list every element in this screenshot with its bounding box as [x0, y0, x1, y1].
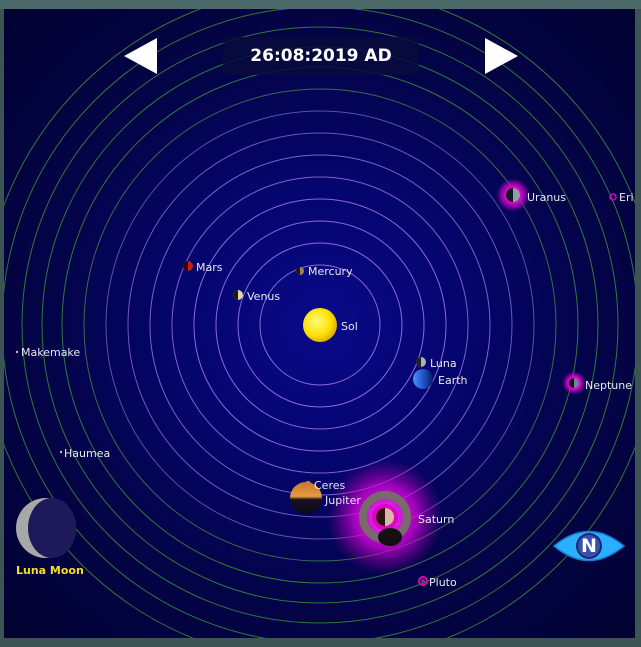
uranus-label[interactable]: Uranus [527, 191, 566, 204]
haumea-icon [59, 450, 63, 454]
haumea-label[interactable]: Haumea [64, 447, 110, 460]
solar-system-view[interactable]: Sol Mercury Venus Mars Earth Luna Ceres … [4, 9, 635, 638]
uranus-icon [496, 178, 530, 212]
mercury-icon [296, 267, 304, 275]
next-date-button[interactable] [485, 38, 518, 74]
neptune-label[interactable]: Neptune [585, 379, 632, 392]
date-display: 26:08:2019 AD [223, 37, 419, 75]
pluto-label[interactable]: Pluto [429, 576, 457, 589]
neptune-icon [562, 371, 586, 395]
eris-label[interactable]: Eri [619, 191, 634, 204]
saturn-label[interactable]: Saturn [418, 513, 454, 526]
jupiter-label[interactable]: Jupiter [325, 494, 361, 507]
earth-label[interactable]: Earth [438, 374, 468, 387]
luna-label[interactable]: Luna [430, 357, 457, 370]
pluto-icon [418, 576, 428, 586]
app-window: Sol Mercury Venus Mars Earth Luna Ceres … [0, 0, 641, 647]
makemake-icon [15, 350, 19, 354]
moon-phase-label: Luna Moon [16, 564, 84, 577]
window-top-bar [0, 0, 641, 9]
mars-label[interactable]: Mars [196, 261, 223, 274]
moon-phase-icon [16, 498, 76, 558]
sun-icon [303, 308, 337, 342]
makemake-label[interactable]: Makemake [21, 346, 80, 359]
ceres-label[interactable]: Ceres [314, 479, 345, 492]
earth-icon [413, 369, 433, 389]
venus-icon [233, 290, 243, 300]
n-badge-letter[interactable]: N [579, 534, 599, 558]
mars-icon [183, 261, 193, 271]
orbit-canvas [4, 9, 635, 638]
mercury-label[interactable]: Mercury [308, 265, 353, 278]
venus-label[interactable]: Venus [247, 290, 280, 303]
luna-icon [416, 357, 426, 367]
sol-label[interactable]: Sol [341, 320, 358, 333]
previous-date-button[interactable] [124, 38, 157, 74]
date-text: 26:08:2019 AD [250, 46, 392, 66]
